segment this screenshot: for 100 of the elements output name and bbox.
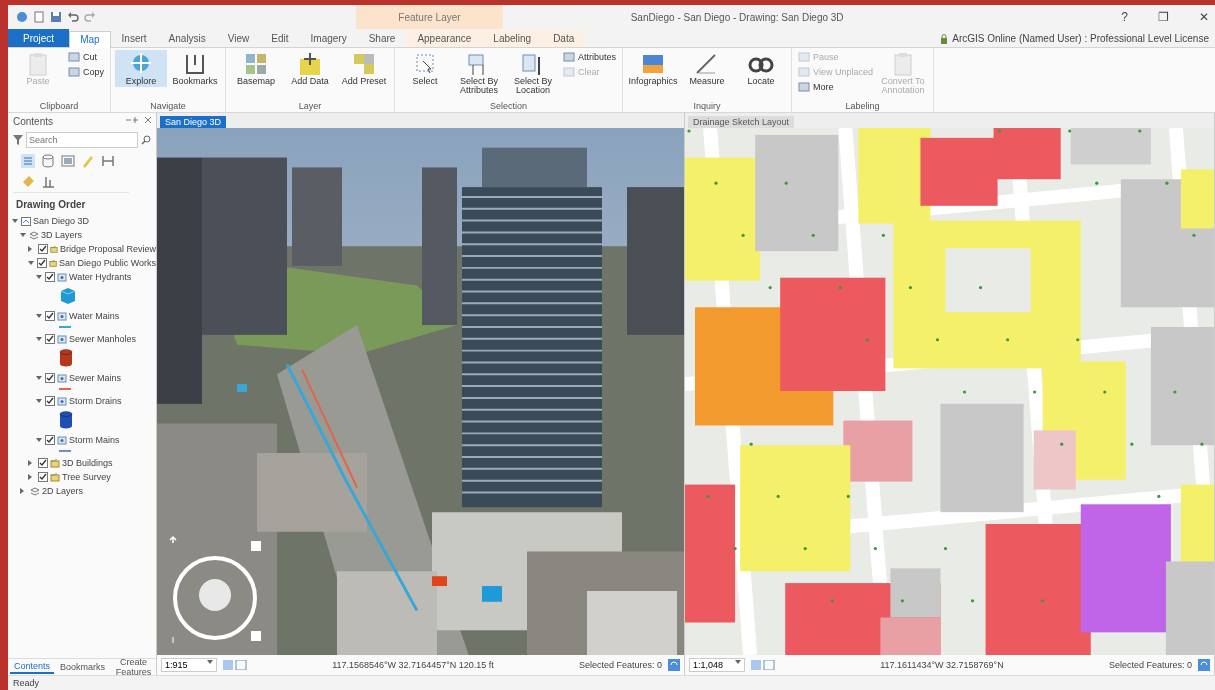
search-icon[interactable] — [141, 135, 151, 145]
layer-name[interactable]: Storm Drains — [69, 396, 122, 406]
selected-features-count: Selected Features: 0 — [1108, 660, 1192, 670]
layer-name[interactable]: Sewer Manholes — [69, 334, 137, 344]
ribbon-tab[interactable]: Share — [357, 30, 407, 47]
checkbox[interactable] — [37, 258, 47, 268]
app-logo-icon[interactable] — [16, 11, 28, 23]
checkbox[interactable] — [45, 334, 55, 344]
checkbox[interactable] — [45, 311, 55, 321]
pane-title: Contents — [13, 116, 54, 127]
caret-icon — [735, 660, 741, 664]
ribbon-tab[interactable]: Imagery — [299, 30, 358, 47]
window-title: SanDiego - San Diego - Drawing: San Diego 3D — [629, 11, 845, 23]
lock-icon — [940, 33, 949, 44]
map-drawing[interactable] — [685, 128, 1214, 655]
status-text: Ready — [8, 675, 1215, 690]
ribbon-tab[interactable]: Project — [8, 29, 70, 47]
save-icon[interactable] — [50, 11, 62, 23]
tool-icon — [563, 66, 575, 78]
ribbon-tab[interactable]: Labeling — [482, 30, 543, 47]
ribbon-button[interactable]: Measure — [681, 50, 734, 88]
checkbox[interactable] — [38, 472, 48, 482]
ribbon-tab[interactable]: Map — [69, 31, 111, 48]
ribbon-tab[interactable]: Data — [542, 30, 586, 47]
close-button[interactable]: ✕ — [1199, 10, 1209, 24]
ribbon-group-label: Inquiry — [692, 101, 722, 112]
new-file-icon[interactable] — [33, 11, 45, 23]
tool-icon — [68, 51, 80, 63]
ribbon-button[interactable]: Explore — [115, 50, 167, 88]
map-name[interactable]: San Diego 3D — [33, 216, 90, 226]
ribbon-button[interactable]: Select — [399, 50, 451, 88]
layer-name[interactable]: Tree Survey — [62, 472, 111, 482]
pane-controls-icon[interactable] — [125, 116, 151, 124]
layer-name[interactable]: Water Hydrants — [69, 272, 132, 282]
feature-layer-icon — [57, 310, 67, 322]
scene-drawing[interactable] — [157, 128, 684, 655]
layer-name[interactable]: Bridge Proposal Review — [59, 244, 156, 254]
layer-name[interactable]: Sewer Mains — [69, 373, 122, 383]
group-layer-icon — [50, 457, 60, 469]
ribbon-button[interactable]: Basemap — [230, 50, 282, 88]
ribbon-button[interactable]: Cut — [66, 50, 106, 64]
pane-tab[interactable]: Bookmarks — [56, 661, 110, 673]
checkbox[interactable] — [45, 373, 55, 383]
layer-name[interactable]: Storm Mains — [69, 435, 120, 445]
checkbox[interactable] — [38, 244, 48, 254]
section-heading: Drawing Order — [15, 198, 87, 212]
ribbon-button[interactable]: Attributes — [561, 50, 619, 64]
help-button[interactable]: ? — [1121, 10, 1128, 24]
scene-view-tab[interactable]: San Diego 3D — [160, 116, 227, 128]
pane-tab[interactable]: Contents — [10, 660, 55, 674]
ribbon-group-label: Labeling — [844, 101, 881, 112]
undo-icon[interactable] — [67, 11, 79, 23]
refresh-icon[interactable] — [1198, 659, 1210, 671]
ribbon-tab[interactable]: Edit — [260, 30, 300, 47]
ribbon-tab[interactable]: Appearance — [406, 30, 483, 47]
feature-layer-icon — [57, 434, 67, 446]
ribbon-button[interactable]: Select By Location — [507, 50, 559, 97]
checkbox[interactable] — [45, 272, 55, 282]
ribbon-tab[interactable]: View — [216, 30, 261, 47]
category-label[interactable]: 2D Layers — [42, 486, 84, 496]
ribbon-button[interactable]: Locate — [735, 50, 788, 88]
group-layer-icon — [49, 257, 58, 269]
ribbon-button[interactable]: Select By Attributes — [453, 50, 505, 97]
tool-icon — [563, 51, 575, 63]
checkbox[interactable] — [38, 458, 48, 468]
scale-dropdown[interactable]: 1:915 — [161, 658, 217, 672]
ribbon-button[interactable]: Add Preset — [338, 50, 390, 88]
ribbon-button[interactable]: More — [796, 80, 875, 94]
checkbox[interactable] — [45, 396, 55, 406]
search-field[interactable]: Search — [26, 132, 138, 148]
ribbon-button[interactable]: Infographics — [627, 50, 680, 88]
ribbon-button[interactable]: Bookmarks — [169, 50, 221, 88]
layer-name[interactable]: San Diego Public Works — [59, 258, 156, 268]
restore-button[interactable]: ❐ — [1158, 10, 1169, 24]
user-license-label[interactable]: ArcGIS Online (Named User) : Professional Level License — [952, 33, 1209, 44]
feature-layer-icon — [57, 372, 67, 384]
pane-tab[interactable]: Create Features — [111, 656, 156, 678]
ribbon-group-label: Clipboard — [38, 101, 80, 112]
ribbon-button[interactable]: Copy — [66, 65, 106, 79]
checkbox[interactable] — [45, 435, 55, 445]
scale-dropdown[interactable]: 1:1,048 — [689, 658, 745, 672]
data-source-icon[interactable] — [41, 154, 55, 168]
layer-name[interactable]: 3D Buildings — [62, 458, 113, 468]
map-icon — [21, 215, 31, 227]
ribbon-tab[interactable]: Insert — [110, 30, 158, 47]
ribbon-group-label: Layer — [297, 101, 323, 112]
category-label[interactable]: 3D Layers — [41, 230, 83, 240]
refresh-icon[interactable] — [668, 659, 680, 671]
ribbon-group-label: Selection — [489, 101, 529, 112]
chart-icon[interactable] — [41, 174, 55, 188]
ribbon-tab[interactable]: Analysis — [157, 30, 217, 47]
map-view-tab[interactable]: Drainage Sketch Layout — [688, 116, 795, 128]
tool-icon — [798, 66, 811, 78]
feature-layer-icon — [57, 271, 67, 283]
layers-icon — [29, 229, 39, 241]
group-layer-icon — [50, 243, 58, 255]
layer-name[interactable]: Water Mains — [69, 311, 120, 321]
ribbon-button[interactable]: Add Data — [284, 50, 336, 88]
snapping-icon[interactable] — [101, 154, 115, 168]
filter-icon[interactable] — [13, 135, 23, 145]
